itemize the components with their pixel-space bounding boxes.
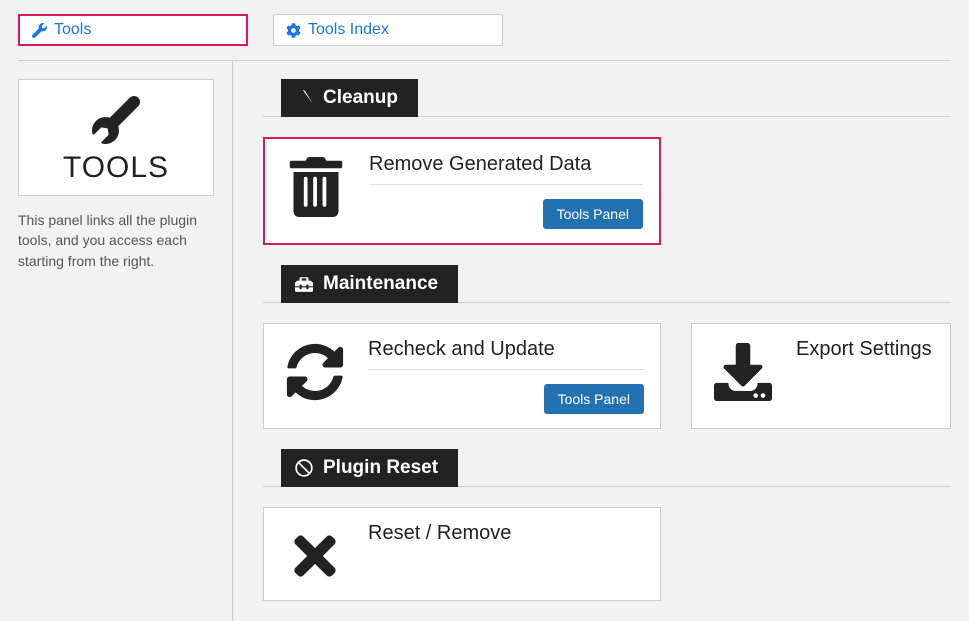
tools-index-tab[interactable]: Tools Index	[273, 14, 503, 46]
card-export-settings: Export Settings	[691, 323, 951, 429]
card-title: Remove Generated Data	[369, 153, 643, 185]
section-header-cleanup: Cleanup	[281, 79, 418, 117]
ban-icon	[295, 459, 313, 477]
gear-icon	[286, 23, 301, 38]
tools-tab-label: Tools	[54, 21, 91, 39]
section-header-label: Maintenance	[323, 273, 438, 295]
tools-panel-button[interactable]: Tools Panel	[544, 384, 644, 414]
trash-icon	[287, 157, 345, 217]
section-header-maintenance: Maintenance	[281, 265, 458, 303]
tools-panel-button[interactable]: Tools Panel	[543, 199, 643, 229]
sync-icon	[286, 342, 344, 402]
tools-tab[interactable]: Tools	[18, 14, 248, 46]
card-recheck-update: Recheck and Update Tools Panel	[263, 323, 661, 429]
section-header-plugin-reset: Plugin Reset	[281, 449, 458, 487]
times-icon	[291, 526, 339, 586]
sidebar-desc: This panel links all the plugin tools, a…	[18, 210, 214, 271]
card-remove-generated-data: Remove Generated Data Tools Panel	[263, 137, 661, 245]
section-header-label: Cleanup	[323, 87, 398, 109]
top-nav: Tools Tools Index	[0, 0, 969, 60]
card-title: Export Settings	[796, 338, 934, 369]
sidebar: TOOLS This panel links all the plugin to…	[18, 61, 233, 621]
section-header-label: Plugin Reset	[323, 457, 438, 479]
toolbox-icon	[295, 275, 313, 293]
sidebar-title: TOOLS	[29, 151, 203, 185]
download-icon	[714, 342, 772, 402]
content: Cleanup Remove Generated Data Tools Pane…	[233, 61, 951, 621]
card-title: Recheck and Update	[368, 338, 644, 370]
card-title: Reset / Remove	[368, 522, 644, 553]
tools-index-tab-label: Tools Index	[308, 21, 389, 39]
wrench-large-icon	[92, 96, 140, 144]
wrench-icon	[32, 23, 47, 38]
sidebar-card: TOOLS	[18, 79, 214, 196]
card-reset-remove: Reset / Remove	[263, 507, 661, 601]
warning-icon	[295, 89, 313, 107]
